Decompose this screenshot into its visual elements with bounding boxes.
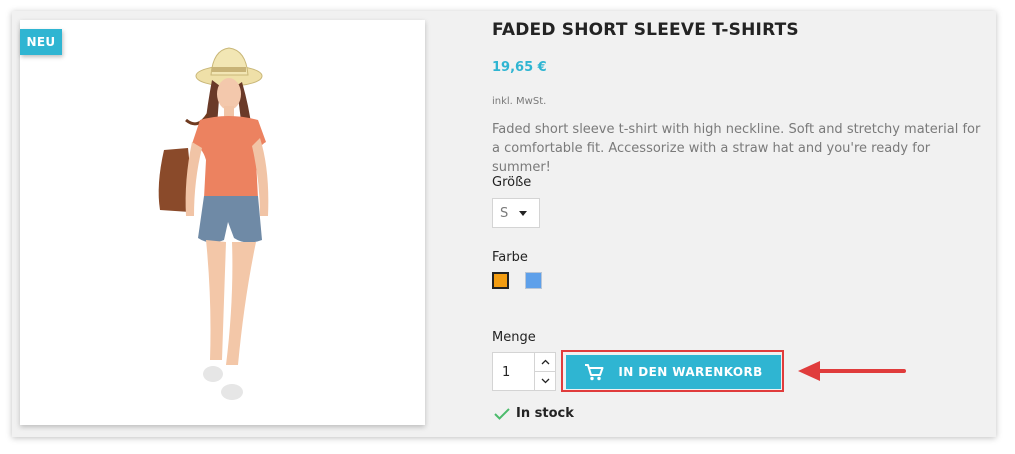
tax-note: inkl. MwSt. [492,96,547,107]
stock-label: In stock [516,406,574,421]
product-photo [158,47,269,400]
color-swatch-blue[interactable] [525,272,542,289]
product-image[interactable] [20,20,425,425]
new-badge: NEU [20,29,62,55]
caret-down-icon [519,211,527,216]
product-price: 19,65 € [492,60,547,75]
quantity-spinner [534,353,555,390]
color-swatch-orange[interactable] [492,272,509,289]
quantity-decrease-button[interactable] [535,372,555,390]
add-to-cart-button[interactable]: IN DEN WARENKORB [566,355,781,389]
chevron-up-icon [541,359,549,365]
size-label: Größe [492,175,532,190]
quantity-input[interactable]: 1 [502,365,510,380]
product-description: Faded short sleeve t-shirt with high nec… [492,122,981,175]
size-select[interactable]: S [492,198,540,228]
size-selected-value: S [500,205,509,221]
shopping-cart-icon [585,364,604,381]
quantity-increase-button[interactable] [535,353,555,372]
stock-status: In stock [494,406,574,421]
quantity-stepper[interactable]: 1 [492,352,556,391]
pointer-arrow-icon [798,361,906,381]
check-icon [494,407,510,420]
add-to-cart-label: IN DEN WARENKORB [618,365,763,379]
quantity-label: Menge [492,330,536,345]
chevron-down-icon [541,378,549,384]
color-label: Farbe [492,250,528,265]
product-title: FADED SHORT SLEEVE T-SHIRTS [492,20,799,40]
